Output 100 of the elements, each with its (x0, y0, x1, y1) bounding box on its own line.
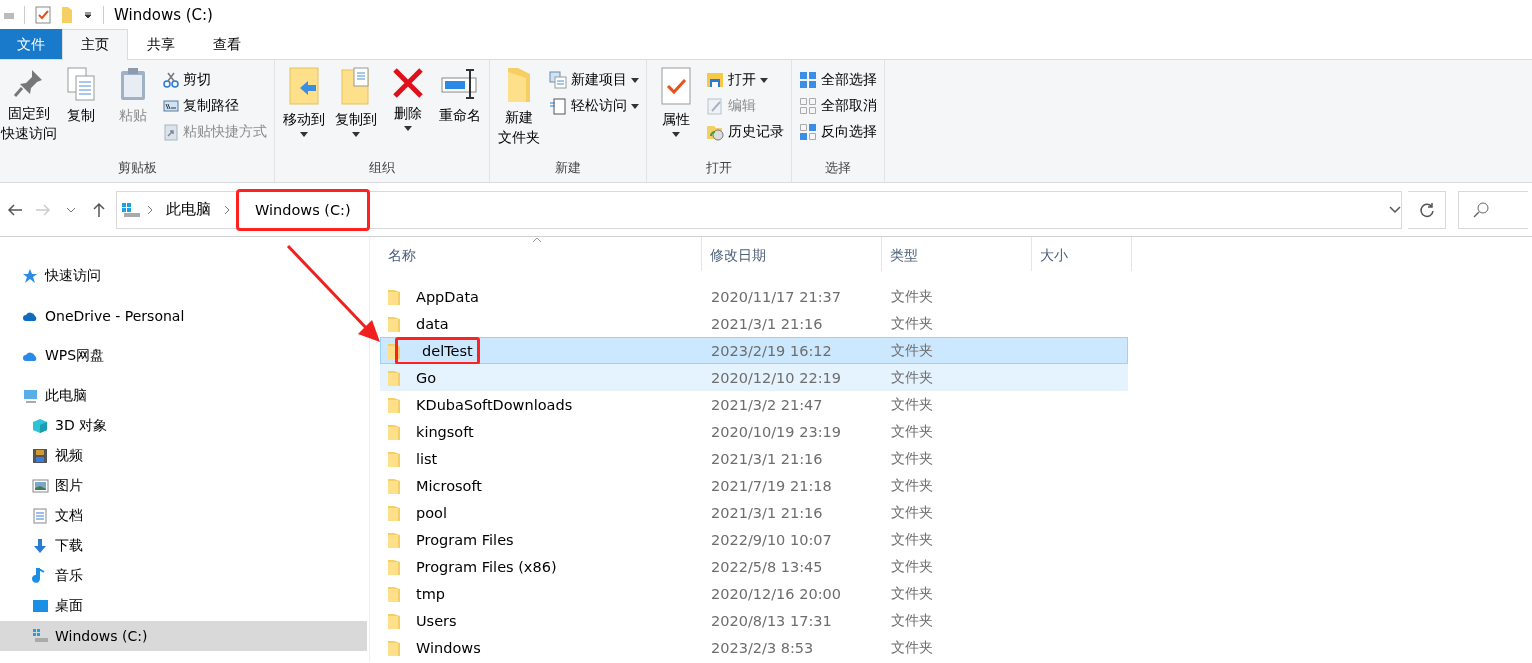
file-row[interactable]: kingsoft 2020/10/19 23:19 文件夹 (380, 418, 1128, 445)
file-row[interactable]: Windows 2023/2/3 8:53 文件夹 (380, 634, 1128, 661)
nav-item[interactable]: 3D 对象 (0, 411, 367, 441)
folder-icon (387, 395, 401, 414)
modified-date: 2021/3/1 21:16 (710, 504, 824, 521)
file-name: Users (415, 611, 458, 631)
ribbon-button[interactable]: 复制路径 (160, 94, 270, 118)
file-row[interactable]: pool 2021/3/1 21:16 文件夹 (380, 499, 1128, 526)
column-header[interactable]: 大小 (1032, 237, 1132, 271)
modified-date: 2020/12/10 22:19 (710, 369, 842, 386)
group-label: 组织 (368, 159, 396, 177)
nav-item[interactable]: 快速访问 (0, 261, 367, 291)
ribbon-tab[interactable]: 文件 (0, 29, 62, 59)
modified-date: 2020/11/17 21:37 (710, 288, 842, 305)
column-header[interactable]: 名称 (380, 237, 702, 271)
nav-item[interactable]: Windows (C:) (0, 621, 367, 651)
copy-icon (64, 66, 98, 102)
search-field[interactable] (1458, 190, 1528, 229)
file-type: 文件夹 (890, 314, 934, 333)
document-icon (32, 508, 49, 524)
file-name: Program Files (x86) (415, 557, 558, 577)
ribbon-button[interactable]: 历史记录 (703, 120, 787, 144)
nav-item[interactable]: OneDrive - Personal (0, 301, 367, 331)
folder-icon (387, 638, 401, 657)
file-row[interactable]: tmp 2020/12/16 20:00 文件夹 (380, 580, 1128, 607)
ribbon-button[interactable]: 剪切 (160, 68, 270, 92)
chevron-down-icon (66, 206, 76, 213)
file-type: 文件夹 (890, 584, 934, 603)
path-icon (163, 99, 179, 113)
file-name: tmp (415, 584, 446, 604)
ribbon-button[interactable]: 复制到 (331, 64, 381, 158)
modified-date: 2020/10/19 23:19 (710, 423, 842, 440)
ribbon-button[interactable]: 重命名 (435, 64, 485, 158)
ribbon-button[interactable]: 删除 (383, 64, 433, 158)
file-name: Microsoft (415, 476, 483, 496)
checkmark-page-icon[interactable] (35, 6, 51, 24)
ribbon-button[interactable]: 移动到 (279, 64, 329, 158)
file-type: 文件夹 (890, 503, 934, 522)
dropdown-icon[interactable] (83, 10, 93, 20)
file-name: data (415, 314, 450, 334)
nav-item[interactable]: 音乐 (0, 561, 367, 591)
column-header[interactable]: 类型 (882, 237, 1032, 271)
chevron-right-icon (147, 204, 153, 215)
ribbon-button[interactable]: 新建 文件夹 (494, 64, 544, 158)
file-row[interactable]: KDubaSoftDownloads 2021/3/2 21:47 文件夹 (380, 391, 1128, 418)
modified-date: 2021/7/19 21:18 (710, 477, 833, 494)
nav-item[interactable]: WPS网盘 (0, 341, 367, 371)
ribbon-button[interactable]: 全部选择 (796, 68, 880, 92)
file-type: 文件夹 (890, 638, 934, 657)
folder-icon (387, 368, 401, 387)
folder-icon (387, 503, 401, 522)
ribbon-button[interactable]: 打开 (703, 68, 787, 92)
ribbon-tab[interactable]: 主页 (62, 29, 128, 60)
down-arrow-icon (32, 538, 49, 554)
film-icon (32, 448, 49, 464)
breadcrumb[interactable]: Windows (C:) (236, 188, 370, 231)
grid-outline-icon (799, 97, 817, 115)
ribbon-button[interactable]: 全部取消 (796, 94, 880, 118)
chevron-down-icon[interactable] (1389, 205, 1401, 214)
file-row[interactable]: delTest 2023/2/19 16:12 文件夹 (380, 337, 1128, 364)
folder-icon (387, 530, 401, 549)
file-row[interactable]: Program Files (x86) 2022/5/8 13:45 文件夹 (380, 553, 1128, 580)
ribbon-button[interactable]: 反向选择 (796, 120, 880, 144)
nav-item[interactable]: 视频 (0, 441, 367, 471)
page-icon (549, 97, 567, 115)
nav-item[interactable]: 桌面 (0, 591, 367, 621)
chevron-right-icon (224, 204, 230, 215)
file-type: 文件夹 (890, 287, 934, 306)
file-name: Go (415, 368, 438, 388)
pencil-page-icon (706, 97, 724, 115)
refresh-button[interactable] (1408, 190, 1446, 229)
file-row[interactable]: data 2021/3/1 21:16 文件夹 (380, 310, 1128, 337)
column-header[interactable]: 修改日期 (702, 237, 882, 271)
ribbon-button[interactable]: 复制 (56, 64, 106, 158)
file-row[interactable]: AppData 2020/11/17 21:37 文件夹 (380, 283, 1128, 310)
nav-item[interactable]: 文档 (0, 501, 367, 531)
rename-icon (440, 66, 480, 102)
breadcrumb[interactable]: 此电脑 (159, 192, 218, 227)
address-field[interactable]: 此电脑 Windows (C:) (116, 190, 1402, 229)
file-type: 文件夹 (890, 422, 934, 441)
history-icon (706, 123, 724, 141)
file-row[interactable]: Users 2020/8/13 17:31 文件夹 (380, 607, 1128, 634)
ribbon-button[interactable]: 新建项目 (546, 68, 642, 92)
nav-item[interactable]: 图片 (0, 471, 367, 501)
file-row[interactable]: Go 2020/12/10 22:19 文件夹 (380, 364, 1128, 391)
ribbon-tab[interactable]: 共享 (128, 29, 194, 59)
file-name: KDubaSoftDownloads (415, 395, 574, 415)
file-row[interactable]: list 2021/3/1 21:16 文件夹 (380, 445, 1128, 472)
file-row[interactable]: Program Files 2022/9/10 10:07 文件夹 (380, 526, 1128, 553)
nav-item[interactable]: 下载 (0, 531, 367, 561)
ribbon-button[interactable]: 轻松访问 (546, 94, 642, 118)
modified-date: 2021/3/1 21:16 (710, 315, 824, 332)
folder-icon (387, 476, 401, 495)
file-row[interactable]: Microsoft 2021/7/19 21:18 文件夹 (380, 472, 1128, 499)
file-type: 文件夹 (890, 341, 934, 360)
ribbon-tab[interactable]: 查看 (194, 29, 260, 59)
ribbon-button[interactable]: 属性 (651, 64, 701, 158)
search-icon (1473, 201, 1489, 218)
nav-item[interactable]: 此电脑 (0, 381, 367, 411)
scissors-icon (163, 72, 179, 88)
